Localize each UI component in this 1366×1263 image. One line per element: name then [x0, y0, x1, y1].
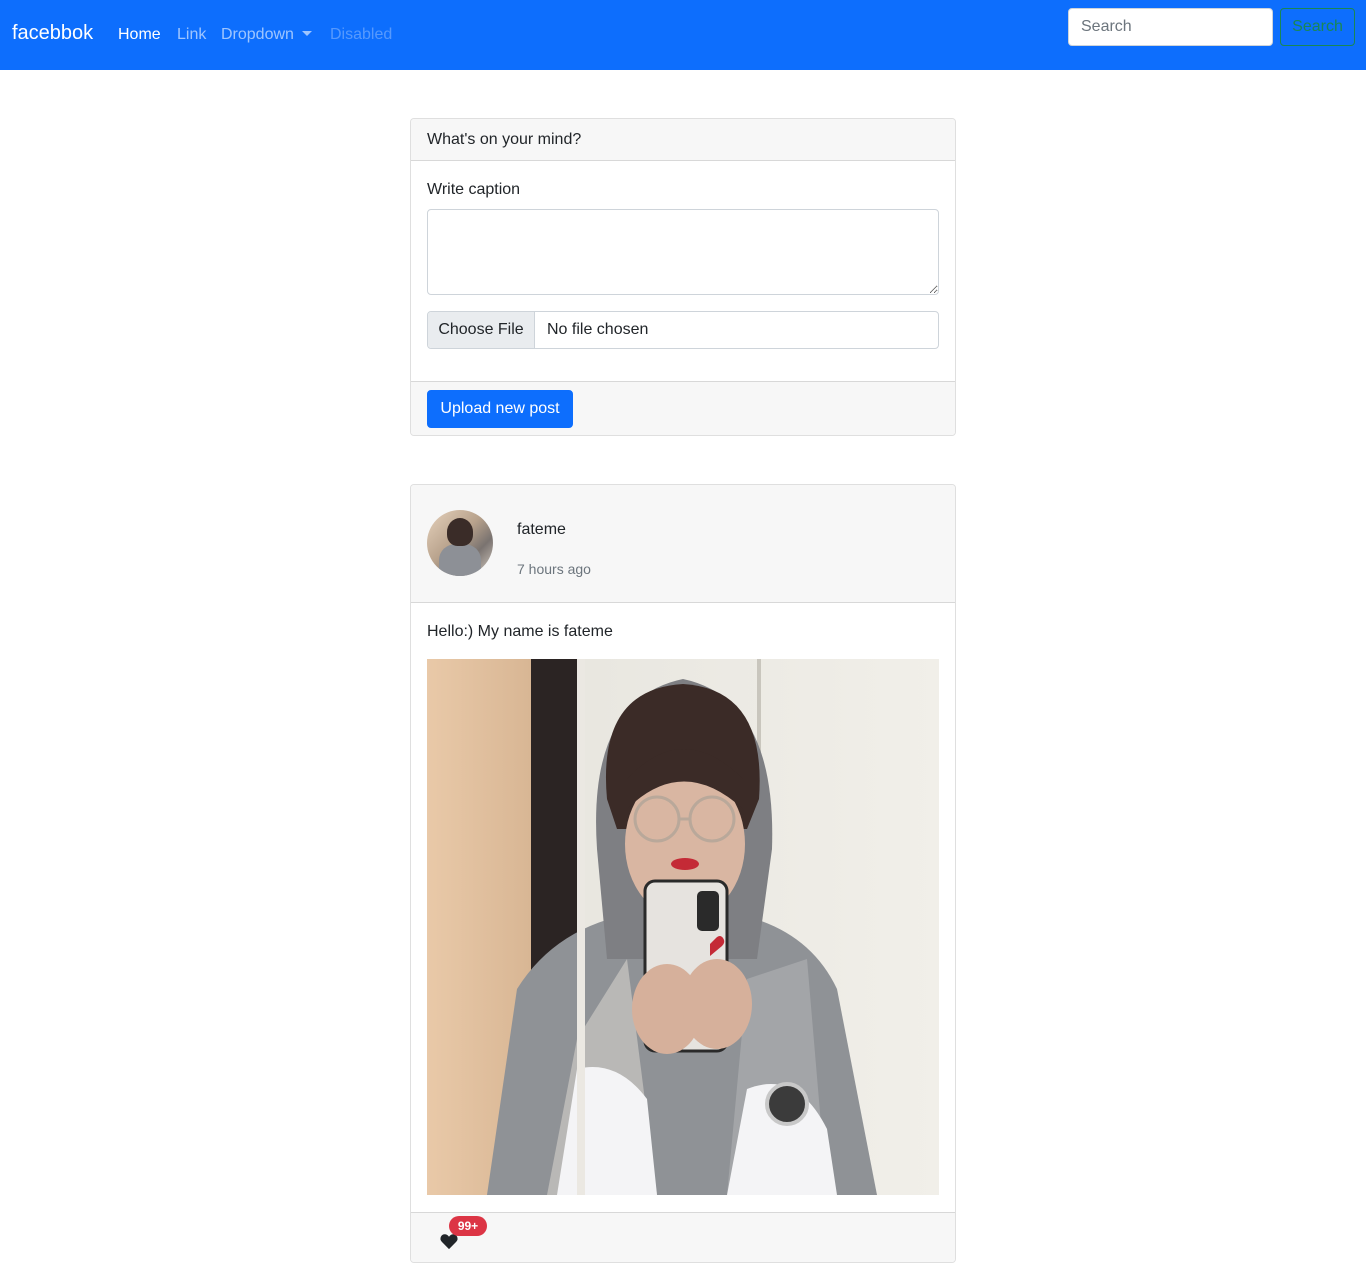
post-author[interactable]: fateme [517, 521, 566, 539]
top-navbar: facebbok Home Link Dropdown Disabled Sea… [0, 0, 1366, 70]
nav-dropdown[interactable]: Dropdown [221, 26, 312, 44]
file-status-text: No file chosen [547, 321, 649, 338]
post-photo [427, 659, 939, 1195]
upload-post-card: What's on your mind? Write caption Choos… [410, 118, 956, 436]
nav-link-disabled: Disabled [330, 26, 393, 43]
nav-link-home[interactable]: Home [118, 26, 161, 44]
post-footer: 99+ [411, 1212, 955, 1262]
like-count-badge: 99+ [449, 1216, 487, 1236]
upload-post-button[interactable]: Upload new post [427, 390, 573, 428]
search-button[interactable]: Search [1280, 8, 1355, 46]
caption-textarea[interactable] [427, 209, 939, 295]
search-input[interactable] [1068, 8, 1273, 46]
avatar-body-shape [439, 544, 481, 576]
avatar[interactable] [427, 510, 493, 576]
brand-logo[interactable]: facebbok [12, 22, 93, 45]
caption-label: Write caption [427, 181, 521, 198]
post-timestamp: 7 hours ago [517, 561, 591, 577]
avatar-head-shape [447, 518, 473, 546]
post-body: Hello:) My name is fateme [411, 603, 955, 1212]
post-card: fateme 7 hours ago Hello:) My name is fa… [410, 484, 956, 1263]
upload-card-body: Write caption Choose File No file chosen [411, 161, 955, 381]
post-caption: Hello:) My name is fateme [427, 623, 613, 640]
post-header: fateme 7 hours ago [411, 485, 955, 603]
nav-dropdown-label: Dropdown [221, 26, 294, 43]
upload-card-header: What's on your mind? [411, 119, 955, 161]
nav-link-link[interactable]: Link [177, 26, 206, 44]
chevron-down-icon [301, 31, 312, 36]
choose-file-button[interactable]: Choose File [428, 312, 535, 348]
upload-card-footer: Upload new post [411, 381, 955, 435]
file-input[interactable]: Choose File No file chosen [427, 311, 939, 349]
